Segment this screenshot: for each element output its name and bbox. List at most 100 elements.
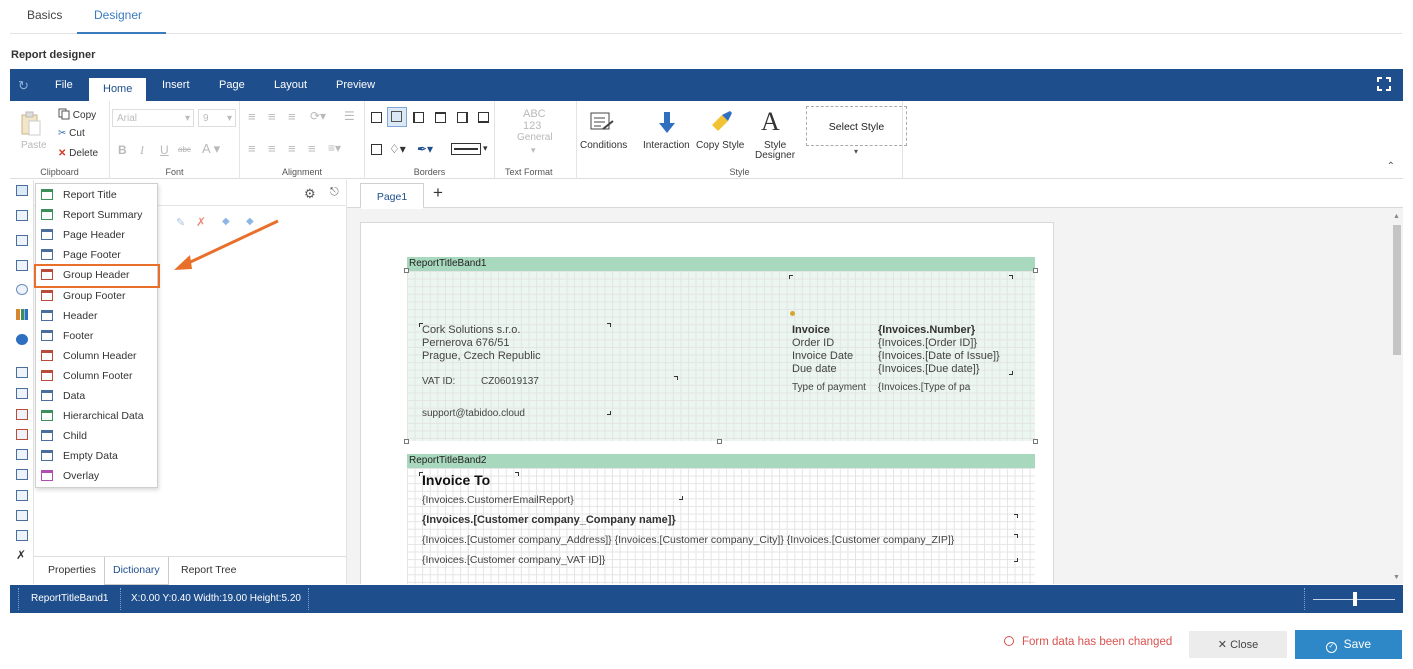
band1-header[interactable]: ReportTitleBand1	[407, 257, 1035, 271]
style-designer-icon[interactable]: A	[761, 107, 787, 137]
cross-tab-icon[interactable]	[16, 490, 28, 501]
menu-item-group-footer[interactable]: Group Footer	[36, 286, 157, 306]
general-format-button[interactable]: General	[517, 132, 553, 143]
due-date-label-text[interactable]: Due date	[792, 363, 837, 375]
conditions-button[interactable]: Conditions	[580, 140, 627, 151]
align-center-icon[interactable]: ≡	[268, 141, 276, 156]
payment-type-field[interactable]: {Invoices.[Type of pa	[878, 382, 970, 393]
menu-insert[interactable]: Insert	[162, 79, 190, 91]
collapse-ribbon-icon[interactable]: ⌃	[1387, 161, 1395, 172]
interaction-button[interactable]: Interaction	[643, 140, 690, 151]
tab-page1[interactable]: Page1	[360, 183, 424, 209]
align-right-icon[interactable]: ≡	[288, 141, 296, 156]
band1-body[interactable]: Cork Solutions s.r.o. Pernerova 676/51 P…	[404, 268, 1038, 444]
menu-item-header[interactable]: Header	[36, 306, 157, 326]
due-date-field[interactable]: {Invoices.[Due date]}	[878, 363, 980, 375]
tab-report-tree[interactable]: Report Tree	[181, 564, 236, 576]
menu-layout[interactable]: Layout	[274, 79, 307, 91]
subreport-icon[interactable]	[16, 510, 28, 521]
tools-icon[interactable]: ✗	[16, 548, 26, 562]
tab-dictionary[interactable]: Dictionary	[104, 557, 169, 585]
image-icon[interactable]	[16, 409, 28, 420]
settings-icon[interactable]: ⚙	[304, 186, 316, 202]
menu-item-page-footer[interactable]: Page Footer	[36, 245, 157, 265]
shapes-icon[interactable]	[16, 284, 28, 295]
order-id-field[interactable]: {Invoices.[Order ID]}	[878, 337, 977, 349]
menu-item-hierarchical-data[interactable]: Hierarchical Data	[36, 406, 157, 426]
align-bottom-icon[interactable]: ≡	[288, 109, 296, 124]
support-email-text[interactable]: support@tabidoo.cloud	[422, 408, 525, 419]
customer-vat-field[interactable]: {Invoices.[Customer company_VAT ID]}	[422, 554, 605, 566]
table-icon[interactable]	[16, 469, 28, 480]
scrollbar-thumb[interactable]	[1393, 225, 1401, 355]
menu-item-report-title[interactable]: Report Title	[36, 185, 157, 205]
customer-address-field[interactable]: {Invoices.[Customer company_Address]} {I…	[422, 534, 954, 546]
add-page-icon[interactable]: +	[433, 183, 443, 203]
company-name-text[interactable]: Cork Solutions s.r.o.	[422, 324, 520, 336]
charts-icon[interactable]	[16, 309, 28, 320]
style-designer-line2[interactable]: Designer	[755, 150, 795, 161]
border-settings-icon[interactable]	[371, 144, 382, 155]
company-street-text[interactable]: Pernerova 676/51	[422, 337, 509, 349]
border-all-icon[interactable]	[371, 112, 382, 123]
strikethrough-icon[interactable]: abc	[178, 145, 191, 154]
select-style-box[interactable]: Select Style	[806, 106, 907, 146]
align-top-icon[interactable]: ≡	[248, 109, 256, 124]
align-left-icon[interactable]: ≡	[248, 141, 256, 156]
payment-type-label-text[interactable]: Type of payment	[792, 382, 866, 393]
date-of-issue-field[interactable]: {Invoices.[Date of Issue]}	[878, 350, 1000, 362]
save-button[interactable]: ✓ Save	[1295, 630, 1402, 659]
band2-header[interactable]: ReportTitleBand2	[407, 454, 1035, 468]
bands-icon[interactable]	[16, 185, 28, 196]
menu-item-overlay[interactable]: Overlay	[36, 466, 157, 486]
border-bottom-icon[interactable]	[478, 112, 489, 123]
resize-handle[interactable]	[1033, 268, 1038, 273]
copy-button[interactable]: Copy	[58, 108, 96, 123]
resize-handle[interactable]	[717, 439, 722, 444]
menu-page[interactable]: Page	[219, 79, 245, 91]
company-city-text[interactable]: Prague, Czech Republic	[422, 350, 541, 362]
align-middle-icon[interactable]: ≡	[268, 109, 276, 124]
paste-icon[interactable]	[20, 111, 44, 137]
border-left-icon[interactable]	[413, 112, 424, 123]
components-icon[interactable]	[16, 235, 28, 246]
border-top-icon[interactable]	[435, 112, 446, 123]
copy-style-icon[interactable]	[708, 111, 734, 135]
fullscreen-icon[interactable]	[1377, 77, 1391, 91]
invoice-date-label-text[interactable]: Invoice Date	[792, 350, 853, 362]
border-color-icon[interactable]: ✒▾	[417, 142, 433, 156]
border-style-icon[interactable]	[451, 143, 481, 155]
tab-designer[interactable]: Designer	[94, 8, 142, 22]
delete-button[interactable]: ✕ Delete	[58, 148, 98, 159]
menu-preview[interactable]: Preview	[336, 79, 375, 91]
rotate-icon[interactable]: ⟳▾	[310, 109, 326, 123]
border-none-selected[interactable]	[387, 107, 407, 127]
redo-icon[interactable]: ↻	[18, 78, 32, 93]
menu-item-footer[interactable]: Footer	[36, 326, 157, 346]
menu-home[interactable]: Home	[89, 78, 147, 101]
font-size-select[interactable]: 9 ▾	[198, 109, 236, 127]
menu-item-data[interactable]: Data	[36, 386, 157, 406]
bold-icon[interactable]: B	[118, 143, 127, 157]
fill-color-icon[interactable]: ♢▾	[389, 142, 406, 156]
tab-basics[interactable]: Basics	[27, 8, 62, 22]
copy-style-button[interactable]: Copy Style	[696, 140, 744, 151]
invoice-label-text[interactable]: Invoice	[792, 324, 830, 336]
picture-icon[interactable]	[16, 530, 28, 541]
resize-handle[interactable]	[404, 268, 409, 273]
text-icon[interactable]	[16, 367, 28, 378]
vat-value-text[interactable]: CZ06019137	[481, 376, 539, 387]
underline-icon[interactable]: U	[160, 143, 169, 157]
zoom-slider-knob[interactable]	[1353, 592, 1357, 606]
border-right-icon[interactable]	[457, 112, 468, 123]
menu-item-column-footer[interactable]: Column Footer	[36, 366, 157, 386]
vat-label-text[interactable]: VAT ID:	[422, 376, 455, 387]
customer-email-field[interactable]: {Invoices.CustomerEmailReport}	[422, 494, 574, 506]
border-style-dropdown-icon[interactable]: ▾	[483, 143, 488, 154]
select-style-dropdown-icon[interactable]: ▾	[854, 147, 858, 156]
conditions-icon[interactable]	[589, 111, 615, 135]
resize-handle[interactable]	[1033, 439, 1038, 444]
invoice-number-field[interactable]: {Invoices.Number}	[878, 324, 975, 336]
align-justify-icon[interactable]: ≡	[308, 141, 316, 156]
line-spacing-icon[interactable]: ≡▾	[328, 141, 341, 155]
